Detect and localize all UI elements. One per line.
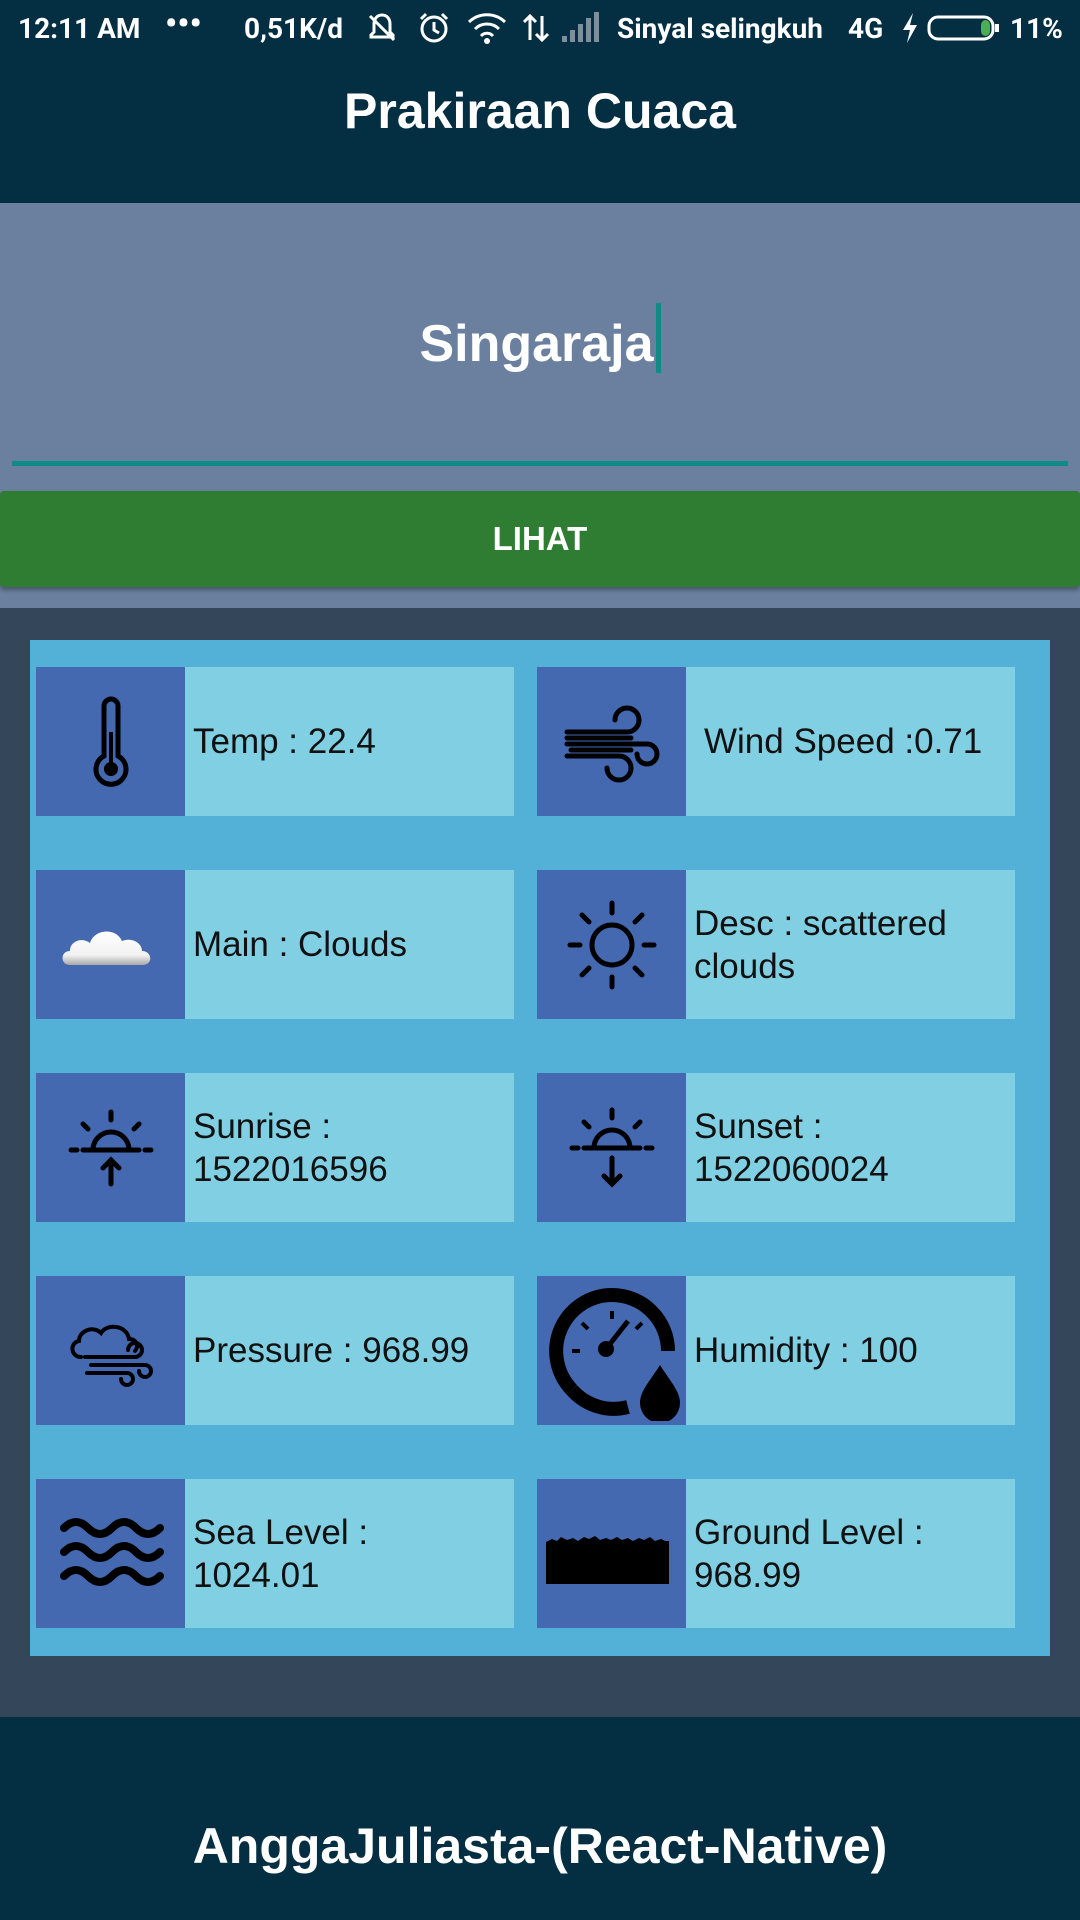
city-input-underline [12,461,1068,466]
desc-card: Desc : scattered clouds [537,870,1015,1019]
groundlevel-label-line1: Ground Level : [694,1512,924,1552]
humidity-card: Humidity : 100 [537,1276,1015,1425]
sun-icon [567,900,656,989]
humidity-label: Humidity : 100 [694,1331,918,1370]
wind-label: Wind Speed :0.71 [704,722,983,761]
wind-icon [564,705,659,782]
temp-label: Temp : 22.4 [193,722,376,761]
temp-card: Temp : 22.4 [36,667,514,816]
status-bar: 12:11 AM ••• 0,51K/d Sinyal selingkuh 4G [0,0,1080,58]
sealevel-label: Sea Level : 1024.01 [193,1479,506,1628]
sunrise-icon-box [36,1073,185,1222]
wifi-icon [467,13,507,44]
sunrise-icon [68,1109,153,1186]
data-transfer-icon [522,13,550,43]
charging-bolt-icon [903,13,917,43]
app-header: Prakiraan Cuaca [0,58,1080,203]
city-input[interactable]: Singaraja [12,303,1068,374]
sunset-label-line2: 1522060024 [694,1149,889,1189]
waves-icon [59,1517,164,1586]
text-cursor [655,303,661,373]
status-speed: 0,51K/d [244,12,344,45]
sealevel-card: Sea Level : 1024.01 [36,1479,514,1628]
thermometer-icon [93,696,128,787]
alarm-clock-icon [419,12,449,43]
desc-label: Desc : scattered clouds [694,870,1007,1019]
app-footer: AnggaJuliasta-(React-Native) [0,1717,1080,1920]
sealevel-label-line2: 1024.01 [193,1555,320,1595]
status-overflow-dots: ••• [165,4,202,44]
sunset-card: Sunset : 1522060024 [537,1073,1015,1222]
signal-strength-icon [562,12,599,42]
weather-panel: Temp : 22.4 Wind Speed :0.71 Main: Clou… [30,640,1050,1656]
sunset-icon [569,1107,654,1188]
groundlevel-card: Ground Level : 968.99 [537,1479,1015,1628]
main-icon-box [36,870,185,1019]
silent-bell-icon [368,13,396,42]
sunrise-card: Sunrise : 1522016596 [36,1073,514,1222]
page-title: Prakiraan Cuaca [344,83,736,139]
ground-icon [545,1535,669,1584]
cloud-wind-icon [70,1324,153,1387]
city-input-value[interactable]: Singaraja [419,315,653,373]
desc-label-line2: clouds [694,946,796,986]
pressure-icon-box [36,1276,185,1425]
status-network: 4G [848,12,884,45]
lihat-button[interactable]: LIHAT [0,491,1080,587]
humidity-icon-box [537,1276,686,1425]
sunrise-label-line2: 1522016596 [193,1149,388,1189]
cloud-icon [62,930,150,965]
sunrise-label-line1: Sunrise : [193,1106,332,1146]
sealevel-icon-box [36,1479,185,1628]
groundlevel-label-line2: 968.99 [694,1555,802,1595]
main-label: Main : Clouds [193,925,407,964]
temp-icon-box [36,667,185,816]
status-battery-percent: 11% [1010,12,1063,45]
status-carrier: Sinyal selingkuh [617,12,823,45]
status-time: 12:11 AM [18,12,141,45]
footer-credit: AnggaJuliasta-(React-Native) [192,1818,888,1874]
sealevel-label-line1: Sea Level : [193,1512,369,1552]
desc-label-line1: Desc : scattered [694,903,947,943]
wind-icon-box [537,667,686,816]
wind-card: Wind Speed :0.71 [537,667,1015,816]
pressure-label: Pressure : 968.99 [193,1331,470,1370]
pressure-card: Pressure : 968.99 [36,1276,514,1425]
battery-icon [927,15,999,41]
desc-icon-box [537,870,686,1019]
search-area: Singaraja LIHAT [0,203,1080,608]
sunset-label-line1: Sunset : [694,1106,823,1146]
humidity-gauge-icon [548,1287,680,1421]
groundlevel-icon-box [537,1479,686,1628]
sunrise-label: Sunrise : 1522016596 [193,1073,506,1222]
sunset-label: Sunset : 1522060024 [694,1073,1007,1222]
main-card: Main : Clouds [36,870,514,1019]
groundlevel-label: Ground Level : 968.99 [694,1479,1007,1628]
sunset-icon-box [537,1073,686,1222]
